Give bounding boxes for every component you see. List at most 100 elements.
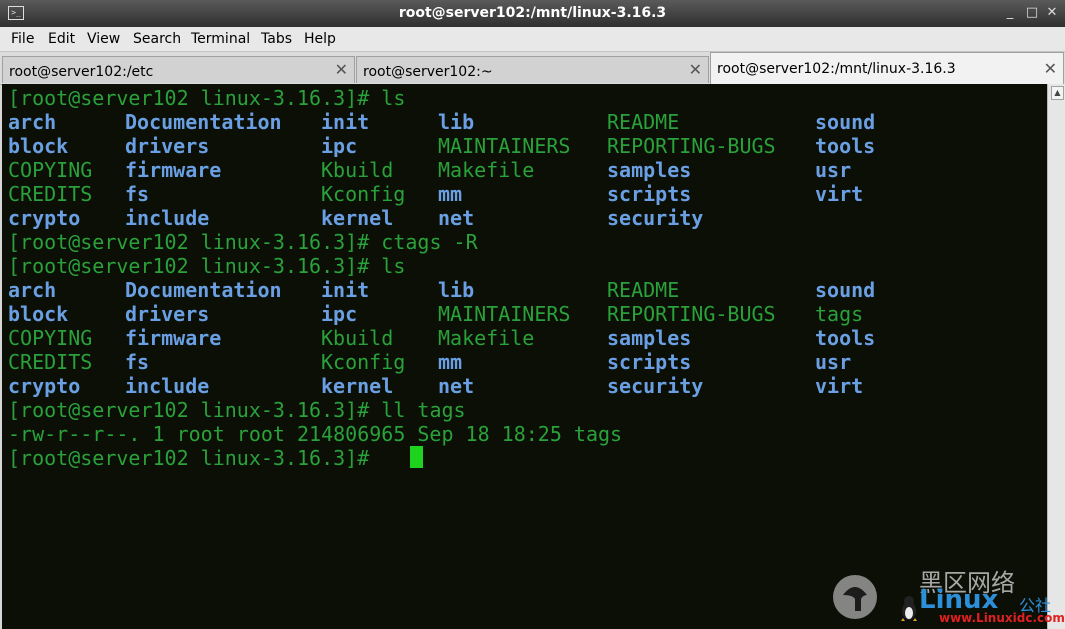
command: ls — [381, 86, 406, 110]
listing-row: COPYING firmware Kbuild Makefile samples… — [8, 158, 1038, 182]
file-entry: MAINTAINERS — [438, 134, 571, 158]
file-entry: CREDITS — [8, 350, 93, 374]
prompt: [root@server102 linux-3.16.3]# — [8, 398, 382, 422]
dir-entry: drivers — [125, 134, 210, 158]
dir-entry: virt — [815, 374, 864, 398]
dir-entry: include — [125, 374, 210, 398]
dir-entry: scripts — [607, 182, 692, 206]
listing-row: crypto include kernel net security — [8, 206, 1038, 230]
minimize-button[interactable]: _ — [1001, 4, 1019, 22]
menu-tabs[interactable]: Tabs — [261, 31, 292, 47]
file-entry: MAINTAINERS — [438, 302, 571, 326]
dir-entry: lib — [438, 278, 475, 302]
menu-bar: File Edit View Search Terminal Tabs Help — [0, 27, 1065, 52]
prompt: [root@server102 linux-3.16.3]# — [8, 254, 382, 278]
dir-entry: arch — [8, 278, 57, 302]
tab-label: root@server102:~ — [363, 64, 493, 80]
listing-row: arch Documentation init lib README sound — [8, 278, 1038, 302]
file-entry: Kbuild — [321, 326, 394, 350]
tab-home[interactable]: root@server102:~ ✕ — [356, 56, 709, 83]
menu-search[interactable]: Search — [133, 31, 181, 47]
prompt-line: [root@server102 linux-3.16.3]# ls — [8, 254, 405, 278]
dir-entry: init — [321, 278, 370, 302]
dir-entry: usr — [815, 158, 852, 182]
listing-row: block drivers ipc MAINTAINERS REPORTING-… — [8, 302, 1038, 326]
dir-entry: sound — [815, 110, 876, 134]
file-entry: Kconfig — [321, 182, 406, 206]
dir-entry: arch — [8, 110, 57, 134]
dir-entry: tools — [815, 326, 876, 350]
watermark-logo: 黑区网络 Linux 公社 www.Linuxidc.com — [829, 565, 1065, 625]
prompt-line: [root@server102 linux-3.16.3]# ls — [8, 86, 405, 110]
listing-row: arch Documentation init lib README sound — [8, 110, 1038, 134]
command: ls — [381, 254, 406, 278]
dir-entry: samples — [607, 326, 692, 350]
listing-row: COPYING firmware Kbuild Makefile samples… — [8, 326, 1038, 350]
dir-entry: include — [125, 206, 210, 230]
listing-row: block drivers ipc MAINTAINERS REPORTING-… — [8, 134, 1038, 158]
menu-terminal[interactable]: Terminal — [191, 31, 250, 47]
file-entry: Kbuild — [321, 158, 394, 182]
close-tab-icon[interactable]: ✕ — [1044, 61, 1057, 77]
close-window-button[interactable]: ✕ — [1043, 4, 1061, 22]
dir-entry: net — [438, 206, 475, 230]
maximize-button[interactable]: □ — [1023, 4, 1041, 22]
dir-entry: fs — [125, 182, 150, 206]
file-entry: COPYING — [8, 158, 93, 182]
file-entry: Kconfig — [321, 350, 406, 374]
dir-entry: security — [607, 374, 704, 398]
file-entry: README — [607, 110, 680, 134]
close-tab-icon[interactable]: ✕ — [689, 62, 702, 78]
listing-row: CREDITS fs Kconfig mm scripts usr — [8, 350, 1038, 374]
file-entry: Makefile — [438, 158, 535, 182]
scroll-up-icon[interactable]: ▲ — [1051, 86, 1064, 100]
dir-entry: sound — [815, 278, 876, 302]
menu-file[interactable]: File — [11, 31, 34, 47]
watermark-url: www.Linuxidc.com — [939, 611, 1065, 625]
listing-row: CREDITS fs Kconfig mm scripts virt — [8, 182, 1038, 206]
file-entry: COPYING — [8, 326, 93, 350]
file-entry: Makefile — [438, 326, 535, 350]
dir-entry: mm — [438, 350, 463, 374]
file-entry: CREDITS — [8, 182, 93, 206]
file-entry: REPORTING-BUGS — [607, 134, 776, 158]
dir-entry: kernel — [321, 374, 394, 398]
dir-entry: firmware — [125, 158, 222, 182]
ll-output: -rw-r--r--. 1 root root 214806965 Sep 18… — [8, 422, 623, 446]
dir-entry: usr — [815, 350, 852, 374]
dir-entry: crypto — [8, 374, 81, 398]
tab-bar: root@server102:/etc ✕ root@server102:~ ✕… — [0, 52, 1065, 85]
dir-entry: ipc — [321, 302, 358, 326]
file-entry: REPORTING-BUGS — [607, 302, 776, 326]
dir-entry: fs — [125, 350, 150, 374]
menu-view[interactable]: View — [87, 31, 120, 47]
tab-label: root@server102:/etc — [9, 64, 154, 80]
dir-entry: block — [8, 134, 69, 158]
text-cursor — [410, 446, 423, 468]
dir-entry: block — [8, 302, 69, 326]
prompt-line: [root@server102 linux-3.16.3]# — [8, 446, 381, 470]
tab-linux-source[interactable]: root@server102:/mnt/linux-3.16.3 ✕ — [710, 52, 1064, 84]
file-entry: README — [607, 278, 680, 302]
window-titlebar: >_ root@server102:/mnt/linux-3.16.3 _ □ … — [0, 0, 1065, 27]
vertical-scrollbar[interactable]: ▲ — [1047, 84, 1065, 629]
close-tab-icon[interactable]: ✕ — [335, 62, 348, 78]
dir-entry: tools — [815, 134, 876, 158]
dir-entry: net — [438, 374, 475, 398]
window-title: root@server102:/mnt/linux-3.16.3 — [398, 5, 667, 21]
tab-etc[interactable]: root@server102:/etc ✕ — [2, 56, 355, 83]
command: ctags -R — [381, 230, 478, 254]
file-entry: tags — [815, 302, 864, 326]
menu-help[interactable]: Help — [304, 31, 336, 47]
tab-label: root@server102:/mnt/linux-3.16.3 — [717, 61, 956, 77]
dir-entry: lib — [438, 110, 475, 134]
command: ll tags — [381, 398, 466, 422]
dir-entry: Documentation — [125, 110, 282, 134]
terminal-output[interactable]: [root@server102 linux-3.16.3]# ls arch D… — [2, 84, 1047, 629]
dir-entry: scripts — [607, 350, 692, 374]
prompt-line: [root@server102 linux-3.16.3]# ll tags — [8, 398, 466, 422]
dir-entry: ipc — [321, 134, 358, 158]
menu-edit[interactable]: Edit — [48, 31, 75, 47]
dir-entry: virt — [815, 182, 864, 206]
prompt: [root@server102 linux-3.16.3]# — [8, 446, 382, 470]
